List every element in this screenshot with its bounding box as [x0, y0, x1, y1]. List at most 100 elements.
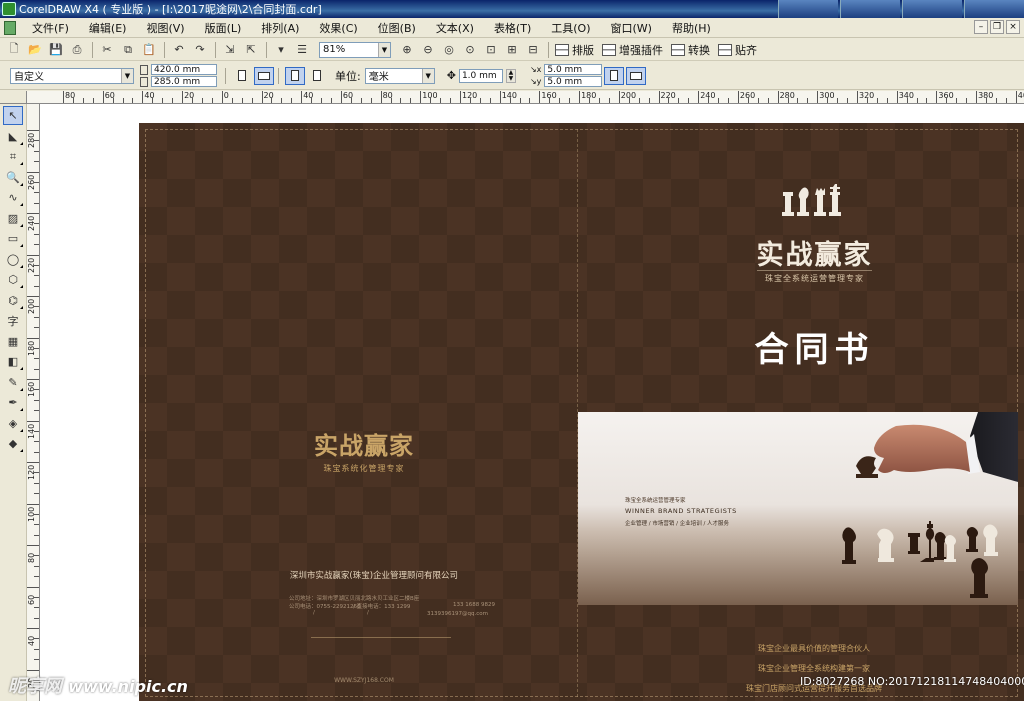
page-width-field[interactable]: 420.0 mm [151, 64, 217, 75]
duplicate-y-field[interactable]: 5.0 mm [544, 76, 603, 87]
menu-view[interactable]: 视图(V) [136, 20, 194, 36]
import-icon[interactable]: ⇲ [220, 41, 240, 59]
contract-cover-artwork[interactable]: 实战赢家 珠宝系统化管理专家 深圳市实战赢家(珠宝)企业管理顾问有限公司 公司地… [139, 123, 1024, 701]
zoom-level-select[interactable]: 81% ▼ [319, 41, 391, 58]
ruler-major-tick [27, 503, 39, 505]
basic-shapes-icon[interactable]: ⌬ [3, 291, 23, 310]
close-icon[interactable]: × [1006, 20, 1020, 34]
zoom-all-icon[interactable]: ⊙ [460, 41, 480, 59]
menu-text[interactable]: 文本(X) [426, 20, 484, 36]
shape-tool-icon[interactable]: ◣ [3, 127, 23, 146]
zoom-page-icon[interactable]: ⊡ [481, 41, 501, 59]
taskbar-button[interactable] [902, 0, 962, 18]
table-tool-icon[interactable]: ▦ [3, 332, 23, 351]
menu-window[interactable]: 窗口(W) [601, 20, 662, 36]
treat-as-filled-button[interactable] [604, 66, 625, 85]
menu-bitmaps[interactable]: 位图(B) [368, 20, 426, 36]
menu-edit[interactable]: 编辑(E) [79, 20, 137, 36]
nudge-spinner-icon[interactable]: ▲ ▼ [505, 68, 516, 83]
convert-button[interactable]: 转换 [669, 41, 716, 59]
taskbar-button[interactable] [964, 0, 1024, 18]
print-icon[interactable]: ⎙ [67, 41, 87, 59]
crop-tool-icon[interactable]: ⌗ [3, 147, 23, 166]
portrait-button[interactable] [232, 67, 252, 85]
units-select[interactable]: 毫米 ▼ [364, 67, 435, 84]
taskbar-button[interactable] [778, 0, 838, 18]
redo-icon[interactable]: ↷ [190, 41, 210, 59]
rectangle-tool-icon[interactable]: ▭ [3, 229, 23, 248]
all-pages-button[interactable] [285, 66, 305, 85]
eyedropper-icon[interactable]: ✎ [3, 373, 23, 392]
edit-page-frame-button[interactable] [626, 66, 647, 85]
text-tool-icon[interactable]: 字 [3, 311, 23, 330]
taskbar-button[interactable] [840, 0, 900, 18]
zoom-width-icon[interactable]: ⊞ [502, 41, 522, 59]
open-folder-icon[interactable]: 📂 [25, 41, 45, 59]
menu-help[interactable]: 帮助(H) [662, 20, 721, 36]
outline-pen-icon[interactable]: ✒ [3, 393, 23, 412]
ruler-minor-tick [271, 98, 273, 103]
pick-tool-icon[interactable]: ↖ [3, 106, 23, 125]
zoom-in-icon[interactable]: ⊕ [397, 41, 417, 59]
ruler-origin[interactable] [0, 91, 27, 104]
taskbar-thumbnails [776, 0, 1024, 18]
polygon-tool-icon[interactable]: ⬡ [3, 270, 23, 289]
duplicate-x-field[interactable]: 5.0 mm [544, 64, 603, 75]
undo-icon[interactable]: ↶ [169, 41, 189, 59]
vertical-ruler[interactable]: 280 260 240 220 200 180 160 140 120 100 80 60 40 20 [27, 104, 40, 701]
plugin-icon [602, 43, 616, 56]
ruler-minor-tick [886, 98, 888, 103]
zoom-height-icon[interactable]: ⊟ [523, 41, 543, 59]
ruler-minor-tick [330, 98, 332, 103]
paste-icon[interactable]: 📋 [139, 41, 159, 59]
company-address: 公司地址：深圳市罗湖区贝丽北路水贝工业区二楼B座 [289, 596, 420, 602]
cut-icon[interactable]: ✂ [97, 41, 117, 59]
ruler-minor-tick [82, 98, 84, 103]
save-icon[interactable]: 💾 [46, 41, 66, 59]
contract-title: 合同书 [754, 330, 875, 370]
front-tagline-rule [757, 270, 872, 271]
ellipse-tool-icon[interactable]: ◯ [3, 250, 23, 269]
interactive-fill-icon[interactable]: ◆ [3, 434, 23, 453]
menu-layout[interactable]: 版面(L) [195, 20, 252, 36]
copy-icon[interactable]: ⧉ [118, 41, 138, 59]
landscape-icon [258, 71, 270, 80]
document-icon[interactable] [4, 20, 16, 35]
landscape-button[interactable] [254, 66, 274, 85]
page-height-field[interactable]: 285.0 mm [151, 76, 217, 87]
drawing-canvas[interactable]: 实战赢家 珠宝系统化管理专家 深圳市实战赢家(珠宝)企业管理顾问有限公司 公司地… [40, 104, 1024, 701]
layout-plugin-button[interactable]: 排版 [553, 41, 600, 59]
snap-button[interactable]: 贴齐 [716, 41, 763, 59]
new-document-icon[interactable]: 🗋 [4, 41, 24, 59]
minimize-icon[interactable]: – [974, 20, 988, 34]
ruler-minor-tick [797, 98, 799, 103]
menu-file[interactable]: 文件(F) [22, 20, 79, 36]
nudge-distance-field[interactable]: 1.0 mm [458, 68, 503, 83]
zoom-selected-icon[interactable]: ◎ [439, 41, 459, 59]
toolbar-separator [548, 41, 549, 58]
ruler-minor-tick [34, 410, 39, 412]
ruler-minor-tick [1005, 98, 1007, 103]
smart-fill-icon[interactable]: ▨ [3, 209, 23, 228]
page-size-preset-select[interactable]: 自定义 ▼ [10, 67, 134, 84]
ruler-minor-tick [747, 98, 749, 103]
menu-arrange[interactable]: 排列(A) [251, 20, 309, 36]
interactive-effects-icon[interactable]: ◧ [3, 352, 23, 371]
zoom-out-icon[interactable]: ⊖ [418, 41, 438, 59]
export-icon[interactable]: ⇱ [241, 41, 261, 59]
menu-effects[interactable]: 效果(C) [309, 20, 367, 36]
freehand-tool-icon[interactable]: ∿ [3, 188, 23, 207]
toolbar-separator [278, 67, 279, 84]
application-launcher-icon[interactable]: ▾ [271, 41, 291, 59]
enhance-plugin-button[interactable]: 增强插件 [600, 41, 669, 59]
zoom-tool-icon[interactable]: 🔍 [3, 168, 23, 187]
current-page-button[interactable] [307, 67, 327, 85]
toolbar-separator [164, 41, 165, 58]
menu-table[interactable]: 表格(T) [484, 20, 541, 36]
horizontal-ruler[interactable]: 80 60 40 20 0 20 40 60 80 100 120 140 160 180 200 220 24… [27, 91, 1024, 104]
restore-icon[interactable]: ❐ [990, 20, 1004, 34]
menu-tools[interactable]: 工具(O) [541, 20, 600, 36]
welcome-screen-icon[interactable]: ☰ [292, 41, 312, 59]
fill-tool-icon[interactable]: ◈ [3, 414, 23, 433]
ruler-h-label: 100 [422, 91, 438, 100]
